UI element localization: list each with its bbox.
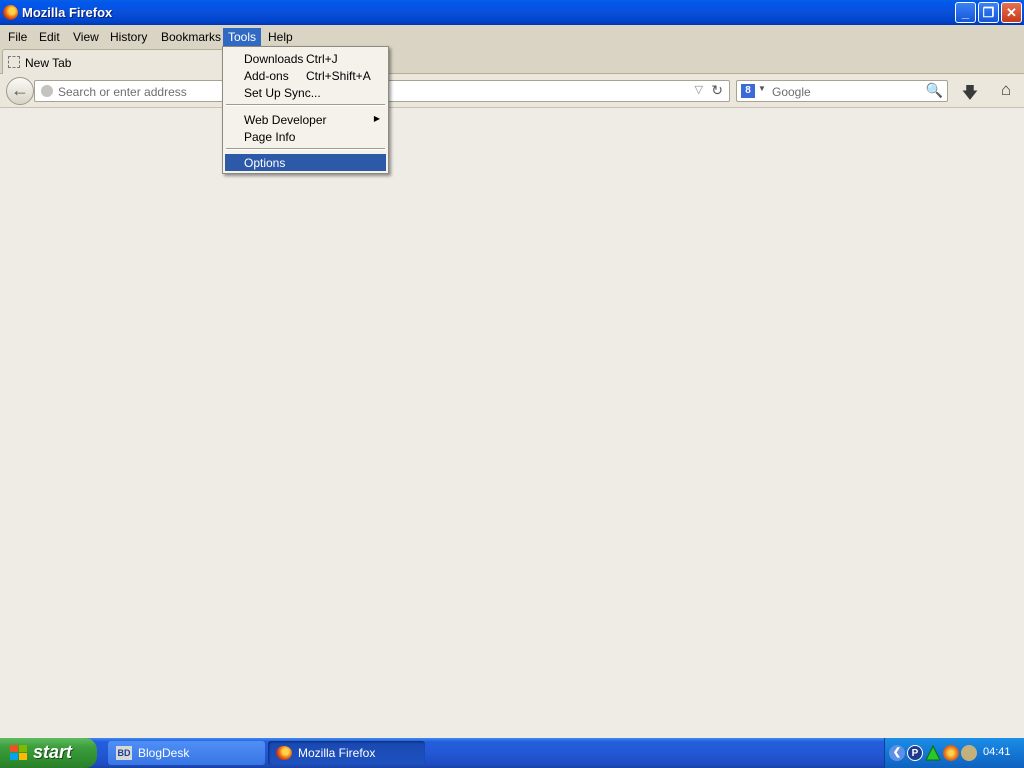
close-icon: ✕ bbox=[1006, 5, 1017, 20]
menu-item-shortcut: Ctrl+J bbox=[306, 52, 338, 66]
menu-item-label: Options bbox=[244, 156, 286, 170]
globe-icon bbox=[41, 85, 53, 97]
menu-item-set-up-sync[interactable]: Set Up Sync... bbox=[225, 84, 386, 101]
google-icon[interactable]: 8 bbox=[741, 84, 755, 98]
page-content[interactable] bbox=[0, 109, 1024, 738]
tab-new-tab[interactable]: New Tab bbox=[2, 49, 232, 74]
menu-item-downloads[interactable]: Downloads Ctrl+J bbox=[225, 50, 386, 67]
tools-menu: Downloads Ctrl+J Add-ons Ctrl+Shift+A Se… bbox=[222, 46, 389, 174]
blogdesk-icon: BD bbox=[116, 746, 132, 760]
download-arrow-icon: 🡇 bbox=[961, 85, 979, 102]
menu-file[interactable]: File bbox=[3, 28, 32, 46]
firefox-icon bbox=[3, 5, 18, 20]
menu-separator bbox=[226, 148, 385, 150]
menu-tools[interactable]: Tools bbox=[223, 28, 262, 46]
tray-swirl-icon[interactable] bbox=[961, 745, 977, 761]
clock[interactable]: 04:41 bbox=[983, 746, 1011, 758]
engine-dropdown-icon[interactable]: ▼ bbox=[758, 84, 766, 93]
menu-item-web-developer[interactable]: Web Developer ▶ bbox=[225, 111, 386, 128]
menu-separator bbox=[226, 104, 385, 106]
menu-view[interactable]: View bbox=[68, 28, 104, 46]
back-button[interactable]: ← bbox=[6, 77, 34, 105]
home-button[interactable]: ⌂ bbox=[996, 80, 1016, 100]
close-button[interactable]: ✕ bbox=[1001, 2, 1022, 23]
restore-button[interactable]: ❐ bbox=[978, 2, 999, 23]
menu-history[interactable]: History bbox=[105, 28, 152, 46]
taskbar-button-label: BlogDesk bbox=[138, 746, 190, 760]
tab-bar: New Tab bbox=[0, 47, 1024, 74]
menu-bookmarks[interactable]: Bookmarks bbox=[156, 28, 226, 46]
taskbar-button-blogdesk[interactable]: BD BlogDesk bbox=[108, 741, 265, 765]
history-dropdown-icon[interactable]: ▽ bbox=[695, 83, 703, 96]
search-engine-placeholder: Google bbox=[772, 85, 811, 99]
taskbar-button-firefox[interactable]: Mozilla Firefox bbox=[268, 741, 425, 765]
minimize-icon: _ bbox=[961, 5, 970, 20]
menu-item-label: Set Up Sync... bbox=[244, 86, 321, 100]
start-button[interactable]: start bbox=[0, 738, 97, 768]
menu-item-label: Downloads bbox=[244, 52, 304, 66]
title-bar[interactable]: Mozilla Firefox _ ❐ ✕ bbox=[0, 0, 1024, 25]
minimize-button[interactable]: _ bbox=[955, 2, 976, 23]
taskbar-button-label: Mozilla Firefox bbox=[298, 746, 376, 760]
menu-edit[interactable]: Edit bbox=[34, 28, 65, 46]
tray-triangle-icon[interactable] bbox=[925, 744, 941, 761]
reload-icon[interactable]: ↻ bbox=[711, 82, 723, 99]
system-tray: ❮ P 04:41 bbox=[884, 738, 1024, 768]
menu-bar: File Edit View History Bookmarks Tools H… bbox=[0, 25, 1024, 47]
tray-p-icon[interactable]: P bbox=[907, 745, 923, 761]
submenu-arrow-icon: ▶ bbox=[373, 114, 380, 123]
window-title: Mozilla Firefox bbox=[22, 5, 113, 20]
navigation-bar: ← Search or enter address ▽ ↻ 8 ▼ Google… bbox=[0, 74, 1024, 108]
home-icon: ⌂ bbox=[1000, 80, 1012, 99]
restore-icon: ❐ bbox=[982, 5, 995, 20]
tray-orange-icon[interactable] bbox=[943, 745, 959, 761]
downloads-button[interactable]: 🡇 bbox=[960, 82, 980, 102]
tray-expand-icon[interactable]: ❮ bbox=[889, 745, 905, 761]
tab-label: New Tab bbox=[25, 56, 72, 70]
firefox-window: Mozilla Firefox _ ❐ ✕ File Edit View His… bbox=[0, 0, 1024, 738]
menu-item-options[interactable]: Options bbox=[225, 154, 386, 171]
windows-logo-icon bbox=[10, 745, 27, 761]
search-bar[interactable]: 8 ▼ Google 🔍 bbox=[736, 80, 948, 102]
start-label: start bbox=[33, 742, 73, 762]
menu-item-label: Web Developer bbox=[244, 113, 327, 127]
menu-item-label: Add-ons bbox=[244, 69, 289, 83]
menu-item-add-ons[interactable]: Add-ons Ctrl+Shift+A bbox=[225, 67, 386, 84]
taskbar: start BD BlogDesk Mozilla Firefox ❮ P 04… bbox=[0, 738, 1024, 768]
menu-item-label: Page Info bbox=[244, 130, 296, 144]
menu-help[interactable]: Help bbox=[263, 28, 298, 46]
address-placeholder: Search or enter address bbox=[58, 85, 187, 99]
blank-page-icon bbox=[8, 56, 20, 68]
menu-item-shortcut: Ctrl+Shift+A bbox=[306, 69, 371, 83]
search-icon[interactable]: 🔍 bbox=[926, 82, 943, 99]
firefox-icon bbox=[276, 746, 292, 760]
menu-item-page-info[interactable]: Page Info bbox=[225, 128, 386, 145]
back-arrow-icon: ← bbox=[11, 80, 29, 100]
